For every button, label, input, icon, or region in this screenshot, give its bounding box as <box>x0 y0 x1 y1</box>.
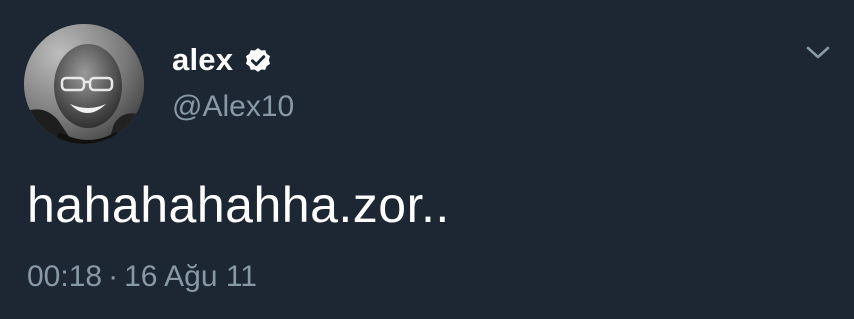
tweet-text: hahahahahha.zor.. <box>27 177 450 233</box>
tweet-time: 00:18 <box>27 260 103 293</box>
display-name[interactable]: alex <box>172 42 233 78</box>
tweet-timestamp[interactable]: 00:18 · 16 Ağu 11 <box>27 260 257 294</box>
avatar[interactable] <box>24 24 144 144</box>
tweet-date: 16 Ağu 11 <box>124 260 257 293</box>
verified-badge-icon <box>243 45 273 75</box>
name-row: alex <box>172 40 273 80</box>
meta-separator: · <box>108 260 119 293</box>
avatar-photo <box>24 24 144 144</box>
tweet-card: alex @Alex10 hahahahahha.zor.. 00:18 · 16 … <box>0 0 854 319</box>
chevron-down-icon[interactable] <box>804 42 832 64</box>
user-handle[interactable]: @Alex10 <box>172 90 294 124</box>
